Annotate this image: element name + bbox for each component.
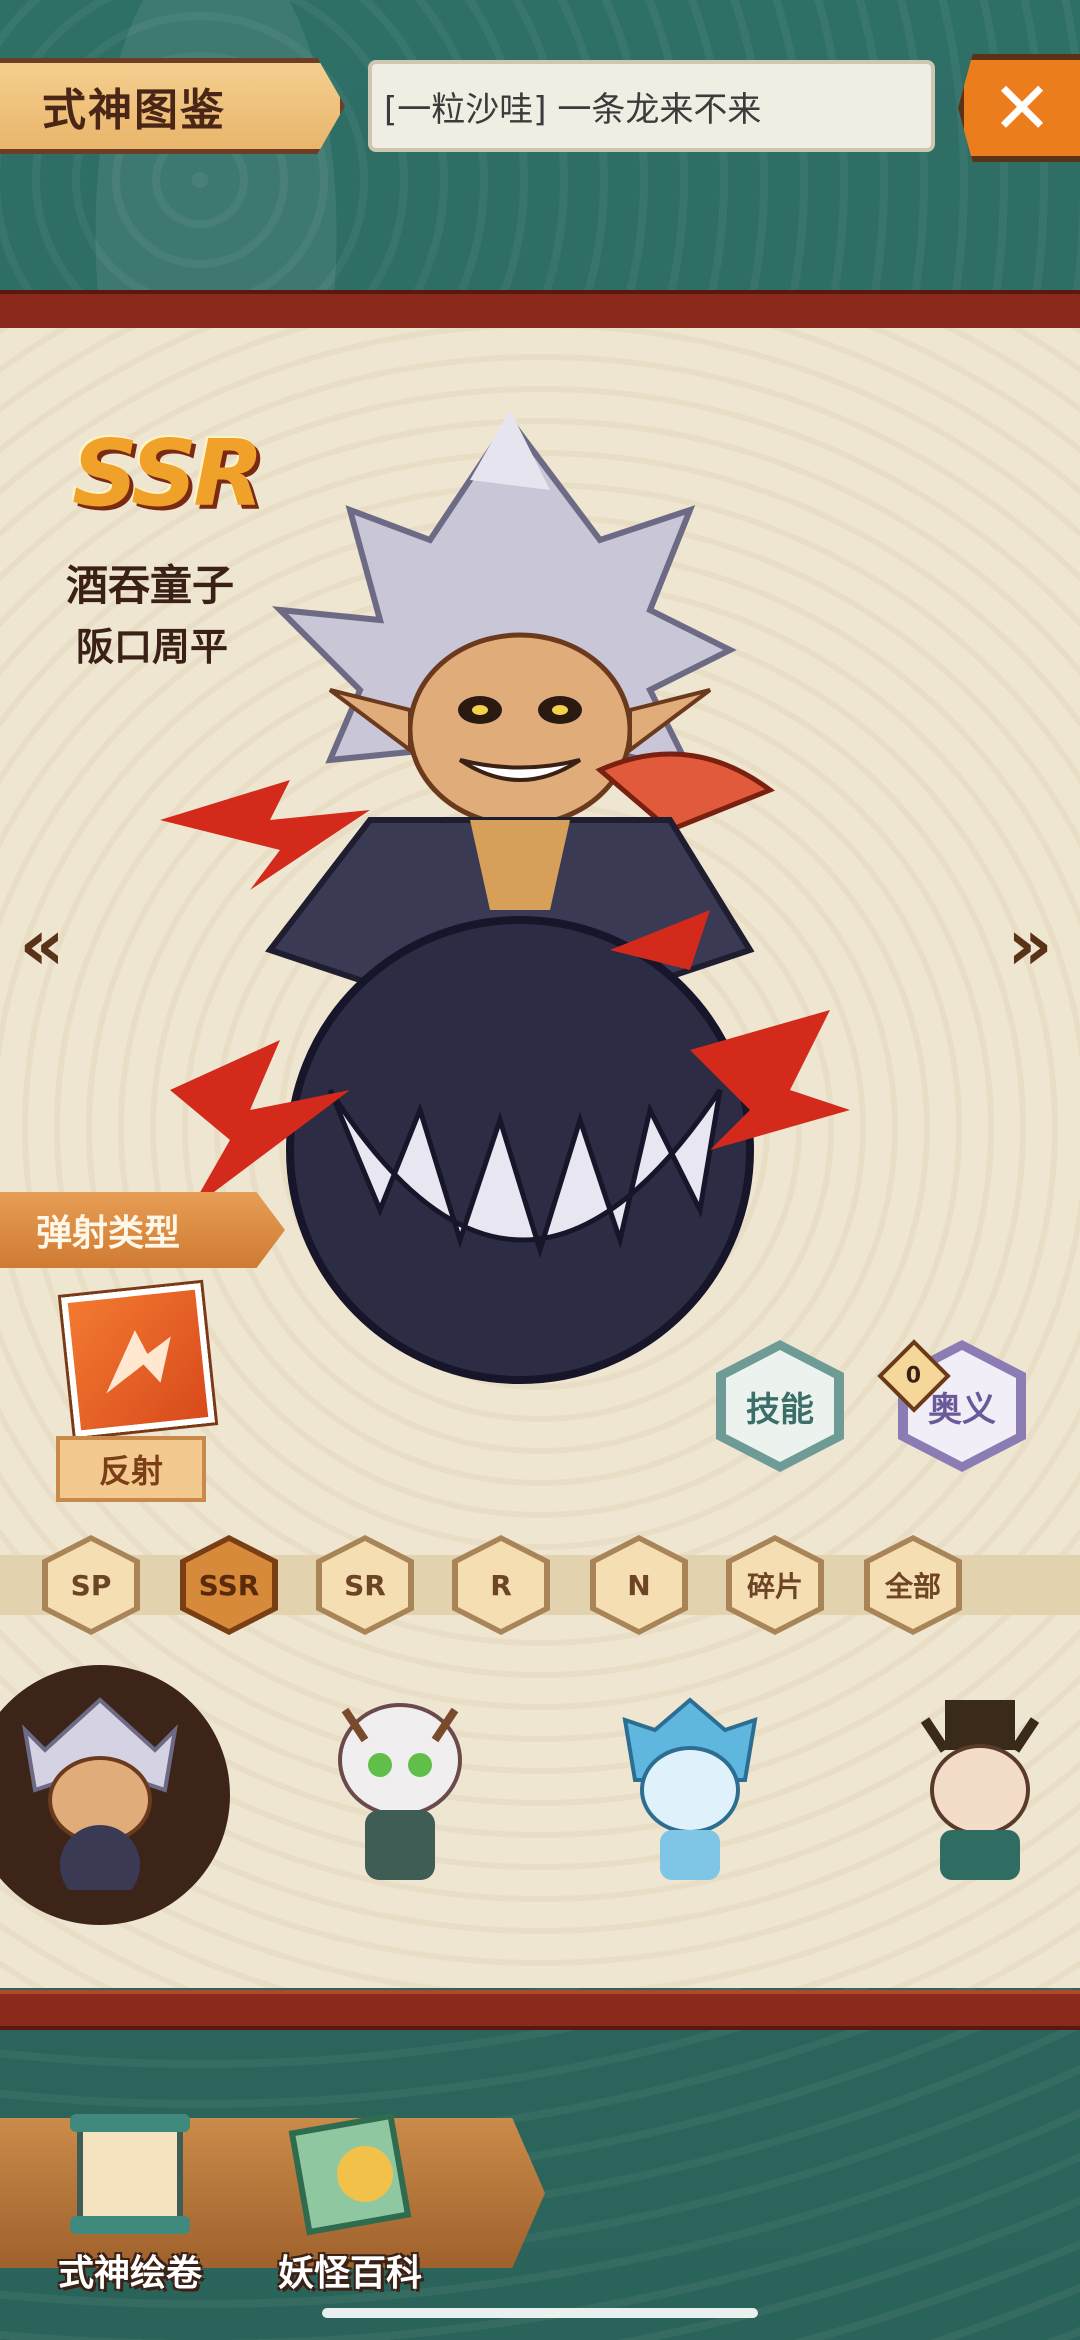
type-label-box: 反射 xyxy=(56,1436,206,1502)
shikigami-thumbnail-3[interactable] xyxy=(590,1680,790,1900)
encyclopedia-icon xyxy=(288,2112,412,2236)
filter-all-label: 全部 xyxy=(870,1541,956,1629)
filter-fragments-label: 碎片 xyxy=(732,1541,818,1629)
next-character-button[interactable]: » xyxy=(1000,904,1060,986)
announcement-bar[interactable]: [一粒沙哇] 一条龙来不来 xyxy=(368,60,935,152)
yokai-encyclopedia-label: 妖怪百科 xyxy=(277,2253,422,2294)
close-button[interactable]: ✕ xyxy=(958,54,1080,162)
character-illustration xyxy=(160,410,850,1384)
page-title: 式神图鉴 xyxy=(42,85,226,136)
panel-bottom-border xyxy=(0,1990,1080,2030)
filter-n-label: N xyxy=(596,1541,682,1629)
bounce-type-banner: 弹射类型 xyxy=(0,1192,285,1268)
filter-sp-label: SP xyxy=(48,1541,134,1629)
home-indicator[interactable] xyxy=(322,2308,758,2318)
shikigami-portrait-1 xyxy=(22,1697,178,1890)
panel-top-border xyxy=(0,290,1080,332)
skill-button-label: 技能 xyxy=(726,1350,834,1462)
bounce-arrow-icon xyxy=(106,1330,171,1394)
filter-ssr-label: SSR xyxy=(186,1541,272,1629)
shikigami-portrait-4 xyxy=(920,1700,1040,1880)
shikigami-scroll-button[interactable]: 式神绘卷 xyxy=(30,2090,230,2310)
shikigami-portrait-3 xyxy=(622,1697,758,1880)
shikigami-thumbnail-2[interactable] xyxy=(300,1680,500,1900)
filter-sr-label: SR xyxy=(322,1541,408,1629)
type-label: 反射 xyxy=(98,1452,163,1490)
previous-character-button[interactable]: « xyxy=(12,904,72,986)
bounce-type-title: 弹射类型 xyxy=(36,1213,181,1254)
yokai-encyclopedia-button[interactable]: 妖怪百科 xyxy=(250,2090,450,2310)
shikigami-thumbnail-1[interactable] xyxy=(0,1680,200,1900)
shikigami-scroll-label: 式神绘卷 xyxy=(57,2253,202,2294)
scroll-icon xyxy=(70,2114,190,2234)
close-icon: ✕ xyxy=(991,66,1053,150)
shikigami-thumbnail-4[interactable] xyxy=(880,1680,1080,1900)
reflect-type-icon[interactable] xyxy=(61,1283,215,1437)
page-title-banner: 式神图鉴 xyxy=(0,58,345,154)
ougi-count: 0 xyxy=(906,1363,922,1389)
shikigami-portrait-2 xyxy=(338,1703,462,1880)
filter-r-label: R xyxy=(458,1541,544,1629)
